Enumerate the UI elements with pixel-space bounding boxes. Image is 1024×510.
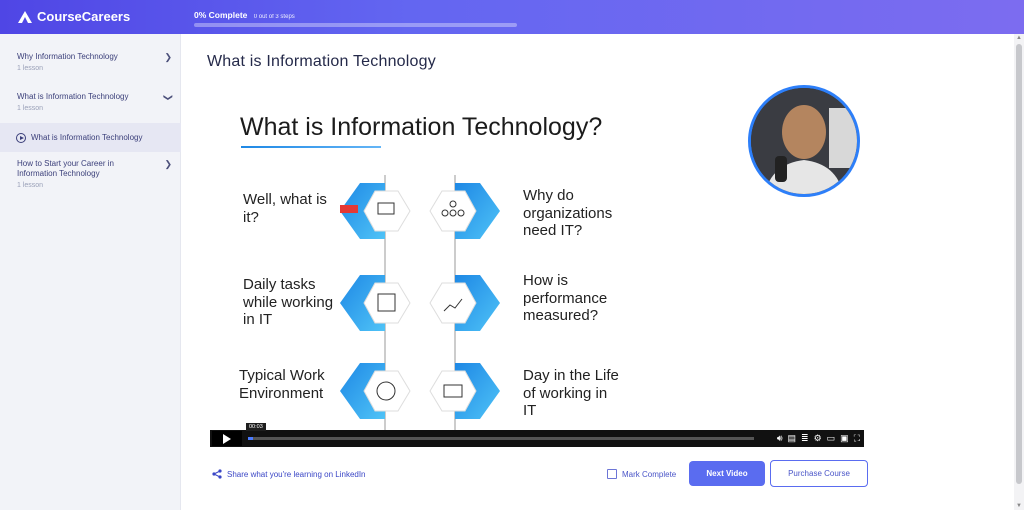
progress-bar [194, 23, 517, 27]
progress-label: 0% Complete 0 out of 3 steps [194, 10, 295, 20]
page-scrollbar[interactable]: ▲ ▼ [1014, 34, 1024, 510]
chevron-right-icon: ❯ [164, 159, 172, 169]
sidebar-item-title: Why Information Technology [17, 52, 118, 61]
video-controls: 🔊︎ ▤ ≣ ⚙ ▭ ▣ ⛶ [210, 430, 864, 447]
video-player[interactable]: What is Information Technology? Well, wh… [210, 85, 864, 447]
progress-percent: 0% Complete [194, 10, 248, 20]
control-icons: 🔊︎ ▤ ≣ ⚙ ▭ ▣ ⛶ [777, 433, 860, 444]
transcript-icon[interactable]: ≣ [801, 433, 809, 444]
hex-row-1 [340, 183, 500, 239]
scroll-up-arrow-icon[interactable]: ▲ [1016, 35, 1022, 41]
seek-bar[interactable] [248, 437, 754, 440]
settings-icon[interactable]: ⚙ [814, 433, 822, 444]
logo-icon [18, 10, 32, 23]
slide-topic-2: Why do organizations need IT? [523, 187, 613, 239]
sidebar-lesson-active[interactable]: What is Information Technology [0, 123, 181, 152]
top-bar: CourseCareers 0% Complete 0 out of 3 ste… [0, 0, 1024, 34]
mark-complete-label: Mark Complete [622, 469, 677, 479]
sidebar-item-what-is-it[interactable]: What is Information Technology 1 lesson … [0, 92, 181, 112]
instructor-avatar [748, 85, 860, 197]
sidebar-item-title: How to Start your Career in Information … [17, 159, 114, 178]
slide-topic-4: How is performance measured? [523, 272, 608, 324]
purchase-course-button[interactable]: Purchase Course [770, 460, 868, 487]
sidebar-item-start-career[interactable]: How to Start your Career in Information … [0, 159, 181, 189]
share-label: Share what you're learning on LinkedIn [227, 469, 366, 479]
current-time-tooltip: 00:03 [246, 423, 266, 431]
slide-title: What is Information Technology? [240, 113, 603, 141]
hex-row-3 [340, 363, 500, 419]
share-linkedin-link[interactable]: Share what you're learning on LinkedIn [212, 469, 366, 479]
sidebar: Why Information Technology 1 lesson ❯ Wh… [0, 34, 181, 510]
brand-logo[interactable]: CourseCareers [18, 9, 130, 24]
slide-topic-6: Day in the Life of working in IT [523, 367, 619, 419]
sidebar-item-lesson-count: 1 lesson [17, 65, 44, 72]
slide-topic-5: Typical Work Environment [239, 367, 325, 402]
fullscreen-icon[interactable]: ⛶ [854, 433, 860, 444]
next-video-button[interactable]: Next Video [689, 461, 765, 486]
pip-icon[interactable]: ▣ [840, 433, 849, 444]
mark-complete[interactable]: Mark Complete [607, 469, 676, 479]
chevron-right-icon: ❯ [164, 52, 172, 62]
sidebar-item-lesson-count: 1 lesson [17, 182, 44, 189]
page-title: What is Information Technology [207, 53, 436, 70]
volume-icon[interactable]: 🔊︎ [777, 433, 783, 444]
scrollbar-thumb[interactable] [1016, 44, 1022, 484]
hex-row-2 [340, 275, 500, 331]
slide-topic-3: Daily tasks while working in IT [243, 276, 334, 328]
sidebar-item-title: What is Information Technology [17, 92, 129, 101]
brand-name: CourseCareers [37, 9, 131, 24]
sidebar-item-why-it[interactable]: Why Information Technology 1 lesson ❯ [0, 52, 181, 72]
progress-steps: 0 out of 3 steps [253, 14, 295, 20]
slide-title-underline [241, 146, 381, 148]
slide-hexagon-graphic [340, 175, 500, 443]
slide-topic-1: Well, what is it? [243, 191, 327, 226]
chevron-down-icon: ❯ [163, 93, 174, 102]
seek-bar-played [248, 437, 254, 440]
play-button[interactable] [212, 431, 242, 446]
play-circle-icon [16, 132, 26, 143]
share-icon [212, 469, 222, 479]
mark-complete-checkbox[interactable] [607, 469, 617, 479]
scroll-down-arrow-icon[interactable]: ▼ [1016, 503, 1022, 509]
active-lesson-label: What is Information Technology [31, 133, 143, 142]
cast-icon[interactable]: ▭ [827, 433, 836, 444]
captions-icon[interactable]: ▤ [788, 433, 797, 444]
sidebar-item-lesson-count: 1 lesson [17, 105, 44, 112]
